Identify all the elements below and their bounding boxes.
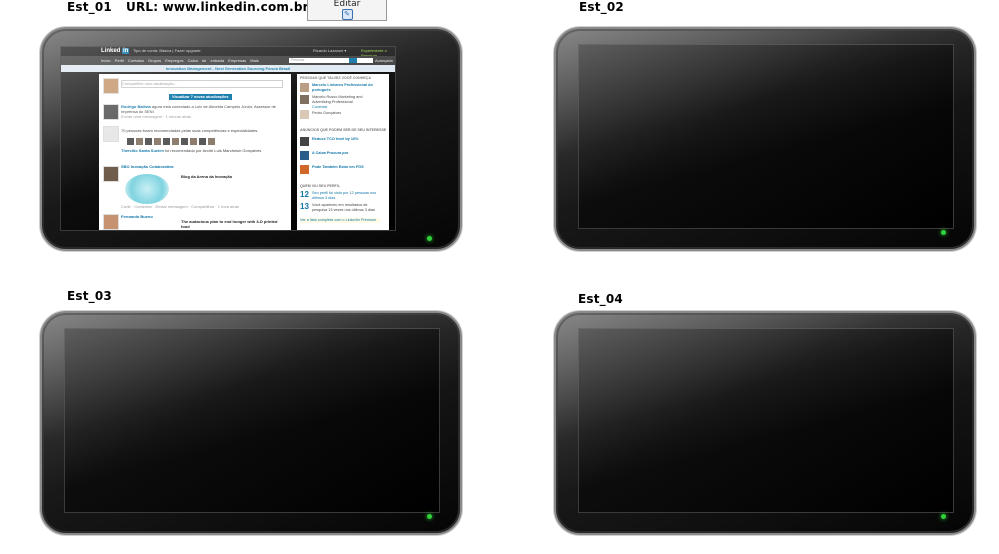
list-item: 70 pessoas foram recomendadas pelas suas… — [121, 128, 259, 133]
list-item: Thercilio Santa Suelen foi recomendado p… — [121, 148, 262, 153]
avatar — [300, 95, 309, 104]
news-feed: Compartilhe uma atualização... Visualiza… — [99, 74, 291, 230]
list-item: Rodrigo Batista agora está conectado a L… — [121, 104, 276, 119]
label-est-01: Est_01 — [67, 0, 112, 14]
premium-list-link[interactable]: Ver a lista completa com o LinkedIn Prem… — [300, 218, 380, 223]
profile-views-count[interactable]: 12 — [300, 190, 309, 199]
edit-label: Editar — [333, 0, 361, 9]
monitor-est-03 — [40, 311, 462, 535]
avatar — [300, 83, 309, 92]
list-item[interactable]: A Caixa Procura por — [312, 151, 382, 156]
section-heading: QUEM VIU SEU PERFIL — [300, 184, 340, 188]
monitor-est-01: Linked in Tipo de conta: Básica | Fazer … — [40, 27, 462, 251]
connect-link[interactable]: Conectar — [312, 105, 382, 110]
post-meta: Curtir · Comentar · Enviar mensagem · Co… — [121, 204, 240, 209]
profile-views-text[interactable]: Seu perfil foi visto por 12 pessoas nos … — [312, 191, 382, 200]
post-image[interactable] — [125, 174, 169, 204]
label-est-03: Est_03 — [67, 289, 112, 303]
power-led-icon — [941, 514, 946, 519]
post-title[interactable]: The audacious plan to end hunger with 3-… — [181, 219, 281, 229]
linkedin-screen: Linked in Tipo de conta: Básica | Fazer … — [60, 46, 396, 231]
list-item: SBO Inovação Colaborativa — [121, 164, 174, 169]
monitor-est-04 — [554, 311, 976, 535]
linkedin-logo[interactable]: Linked in — [101, 48, 130, 54]
avatar — [103, 104, 119, 120]
search-appearances-text[interactable]: Você apareceu em resultados de pesquisa … — [312, 203, 382, 212]
list-item[interactable]: Pode Também Estar em FGS — [312, 165, 382, 170]
linkedin-topbar: Linked in Tipo de conta: Básica | Fazer … — [61, 47, 395, 58]
avatar — [300, 110, 309, 119]
ad-thumb — [300, 137, 309, 146]
list-item[interactable]: Pedro Gonçalves — [312, 111, 382, 116]
power-led-icon — [427, 236, 432, 241]
search-appearances-count[interactable]: 13 — [300, 202, 309, 211]
share-input[interactable]: Compartilhe uma atualização... — [121, 80, 283, 88]
post-title[interactable]: Blog da Arena da Inovação — [181, 174, 281, 179]
list-item: Fernando Bueno — [121, 214, 153, 219]
search-icon[interactable] — [349, 58, 357, 63]
right-sidebar: PESSOAS QUE TALVEZ VOCÊ CONHEÇA Marcelo … — [297, 74, 389, 230]
label-est-04: Est_04 — [578, 292, 623, 306]
monitor-est-02 — [554, 27, 976, 251]
edit-box[interactable]: Editar ✎ — [307, 0, 387, 21]
avatar — [103, 214, 119, 230]
power-led-icon — [427, 514, 432, 519]
blank-screen — [578, 328, 954, 513]
url-label: URL: www.linkedin.com.br — [126, 0, 309, 14]
linkedin-navbar: Início Perfil Contatos Grupos Empregos C… — [61, 56, 395, 65]
account-type-text: Tipo de conta: Básica | Fazer upgrade — [133, 48, 201, 53]
avatar — [103, 166, 119, 182]
section-heading: PESSOAS QUE TALVEZ VOCÊ CONHEÇA — [300, 76, 371, 80]
recommended-thumbs[interactable] — [127, 138, 217, 145]
ad-banner[interactable]: Innovation Management - Next Generation … — [61, 65, 395, 72]
label-est-02: Est_02 — [579, 0, 624, 14]
power-led-icon — [941, 230, 946, 235]
edit-icon[interactable]: ✎ — [341, 9, 353, 20]
search-input[interactable]: Pessoas — [289, 58, 373, 63]
advanced-search-link[interactable]: Avançada — [375, 58, 393, 63]
list-item[interactable]: Marcelo Russo Marketing and Advertising … — [312, 95, 382, 104]
list-item[interactable]: Marcelo Linhares Professional do portugu… — [312, 83, 382, 92]
blank-screen — [64, 328, 440, 513]
nav-items[interactable]: Início Perfil Contatos Grupos Empregos C… — [101, 58, 259, 63]
avatar — [103, 78, 119, 94]
ad-thumb — [300, 165, 309, 174]
avatar — [103, 126, 119, 142]
view-updates-button[interactable]: Visualizar 7 novas atualizações — [169, 94, 232, 100]
user-menu[interactable]: Ricardo Lazaroni ▾ — [313, 48, 346, 53]
list-item[interactable]: Reduce TCO level by 10% — [312, 137, 382, 142]
section-heading: ANÚNCIOS QUE PODEM SER DE SEU INTERESSE — [300, 128, 387, 132]
blank-screen — [578, 44, 954, 229]
ad-thumb — [300, 151, 309, 160]
